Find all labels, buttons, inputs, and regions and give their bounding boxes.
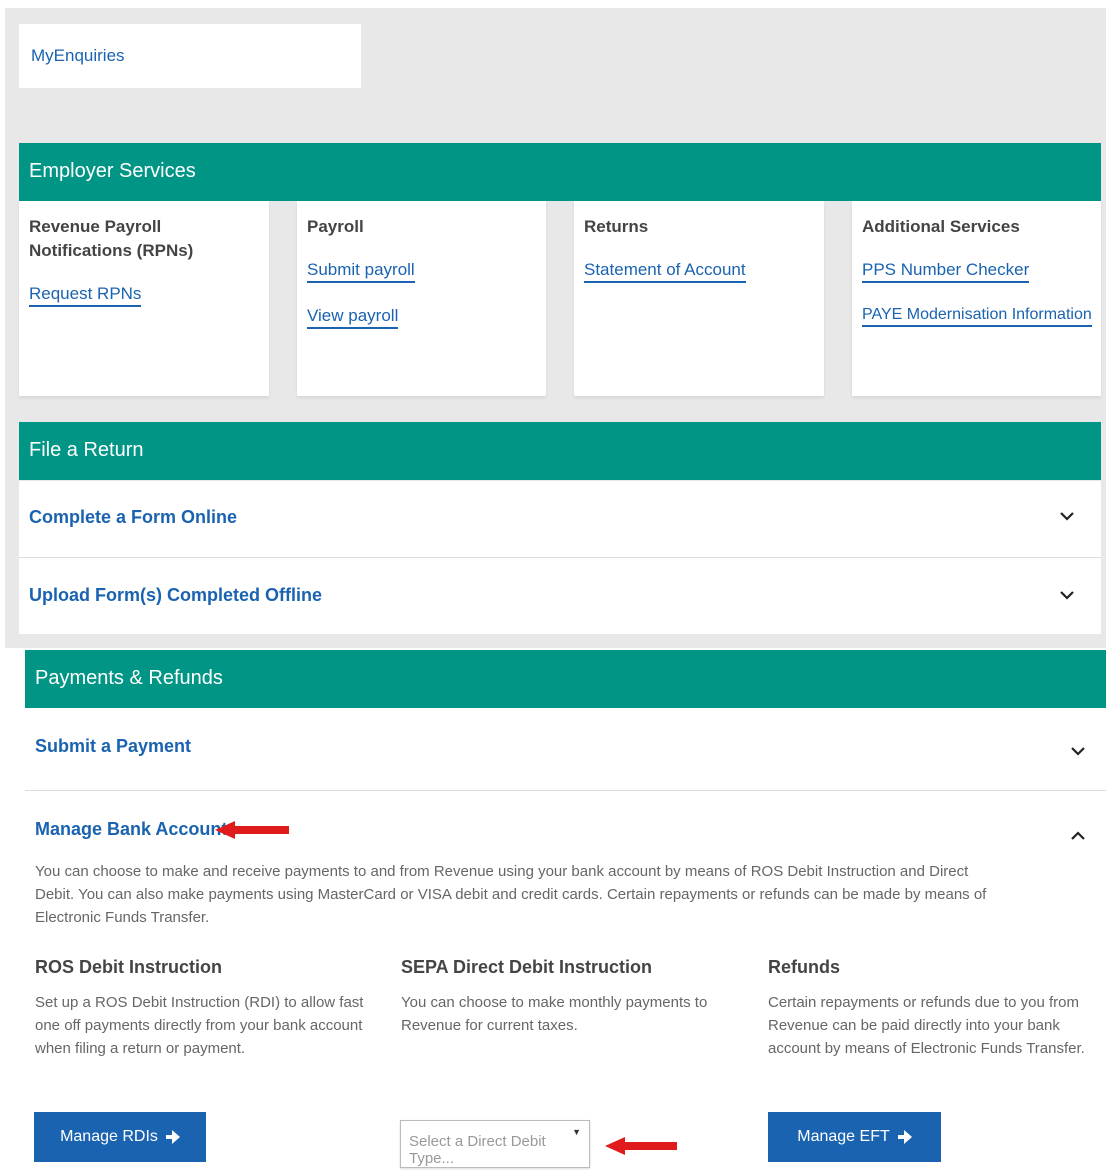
payments-panel: Submit a Payment Manage Bank Accounts Yo… <box>25 708 1106 1174</box>
ros-debit-text: Set up a ROS Debit Instruction (RDI) to … <box>35 994 364 1057</box>
sepa-direct-debit-text: You can choose to make monthly payments … <box>401 994 708 1034</box>
card-rpns-heading: Revenue Payroll Notifications (RPNs) <box>29 217 194 260</box>
my-enquiries-panel: MyEnquiries <box>19 24 361 88</box>
ros-debit-title: ROS Debit Instruction <box>35 957 223 977</box>
employer-services-header: Employer Services <box>19 143 1101 201</box>
card-returns-heading: Returns <box>584 217 649 236</box>
complete-form-label: Complete a Form Online <box>29 507 238 527</box>
manage-eft-button[interactable]: Manage EFT <box>768 1112 941 1162</box>
paye-modernisation-link[interactable]: PAYE Modernisation Information <box>862 306 1092 327</box>
pps-number-checker-link[interactable]: PPS Number Checker <box>862 260 1030 283</box>
refunds-title: Refunds <box>768 957 840 977</box>
manage-bank-description: You can choose to make and receive payme… <box>35 863 987 926</box>
file-return-header: File a Return <box>19 422 1101 480</box>
red-arrow-pointer <box>215 821 289 839</box>
dropdown-caret-icon: ▼ <box>572 1127 581 1137</box>
chevron-up-icon <box>1070 829 1086 847</box>
accordion-manage-bank-accounts[interactable]: Manage Bank Accounts <box>25 791 1106 851</box>
arrow-right-icon <box>897 1130 912 1144</box>
chevron-down-icon <box>1059 588 1075 606</box>
file-return-title: File a Return <box>29 439 144 461</box>
card-payroll: Payroll Submit payroll View payroll <box>297 201 546 396</box>
manage-eft-label: Manage EFT <box>797 1128 890 1145</box>
submit-payroll-link[interactable]: Submit payroll <box>307 260 415 283</box>
chevron-down-icon <box>1059 509 1075 527</box>
accordion-upload-offline[interactable]: Upload Form(s) Completed Offline <box>19 558 1101 634</box>
red-arrow-pointer <box>605 1137 677 1155</box>
request-rpns-link[interactable]: Request RPNs <box>29 284 142 307</box>
payments-refunds-title: Payments & Refunds <box>35 667 223 689</box>
manage-rdis-label: Manage RDIs <box>60 1128 158 1145</box>
arrow-right-icon <box>165 1130 180 1144</box>
payments-refunds-header: Payments & Refunds <box>25 650 1106 708</box>
direct-debit-select-value: Select a Direct Debit Type... <box>409 1133 546 1167</box>
refunds-text: Certain repayments or refunds due to you… <box>768 994 1085 1057</box>
card-additional-services: Additional Services PPS Number Checker P… <box>852 201 1101 396</box>
direct-debit-type-select[interactable]: Select a Direct Debit Type... ▼ <box>400 1120 590 1168</box>
submit-payment-label: Submit a Payment <box>35 736 192 756</box>
card-rpns: Revenue Payroll Notifications (RPNs) Req… <box>19 201 269 396</box>
manage-rdis-button[interactable]: Manage RDIs <box>34 1112 206 1162</box>
accordion-submit-payment[interactable]: Submit a Payment <box>25 708 1106 790</box>
manage-bank-accounts-label: Manage Bank Accounts <box>35 819 238 839</box>
my-enquiries-link[interactable]: MyEnquiries <box>31 46 125 66</box>
card-additional-heading: Additional Services <box>862 217 1020 236</box>
card-returns: Returns Statement of Account <box>574 201 824 396</box>
upload-offline-label: Upload Form(s) Completed Offline <box>29 585 323 605</box>
statement-of-account-link[interactable]: Statement of Account <box>584 260 746 283</box>
sepa-direct-debit-title: SEPA Direct Debit Instruction <box>401 957 653 977</box>
employer-services-title: Employer Services <box>29 160 196 182</box>
view-payroll-link[interactable]: View payroll <box>307 306 399 329</box>
card-payroll-heading: Payroll <box>307 217 364 236</box>
accordion-complete-form[interactable]: Complete a Form Online <box>19 481 1101 557</box>
chevron-down-icon <box>1070 744 1086 762</box>
